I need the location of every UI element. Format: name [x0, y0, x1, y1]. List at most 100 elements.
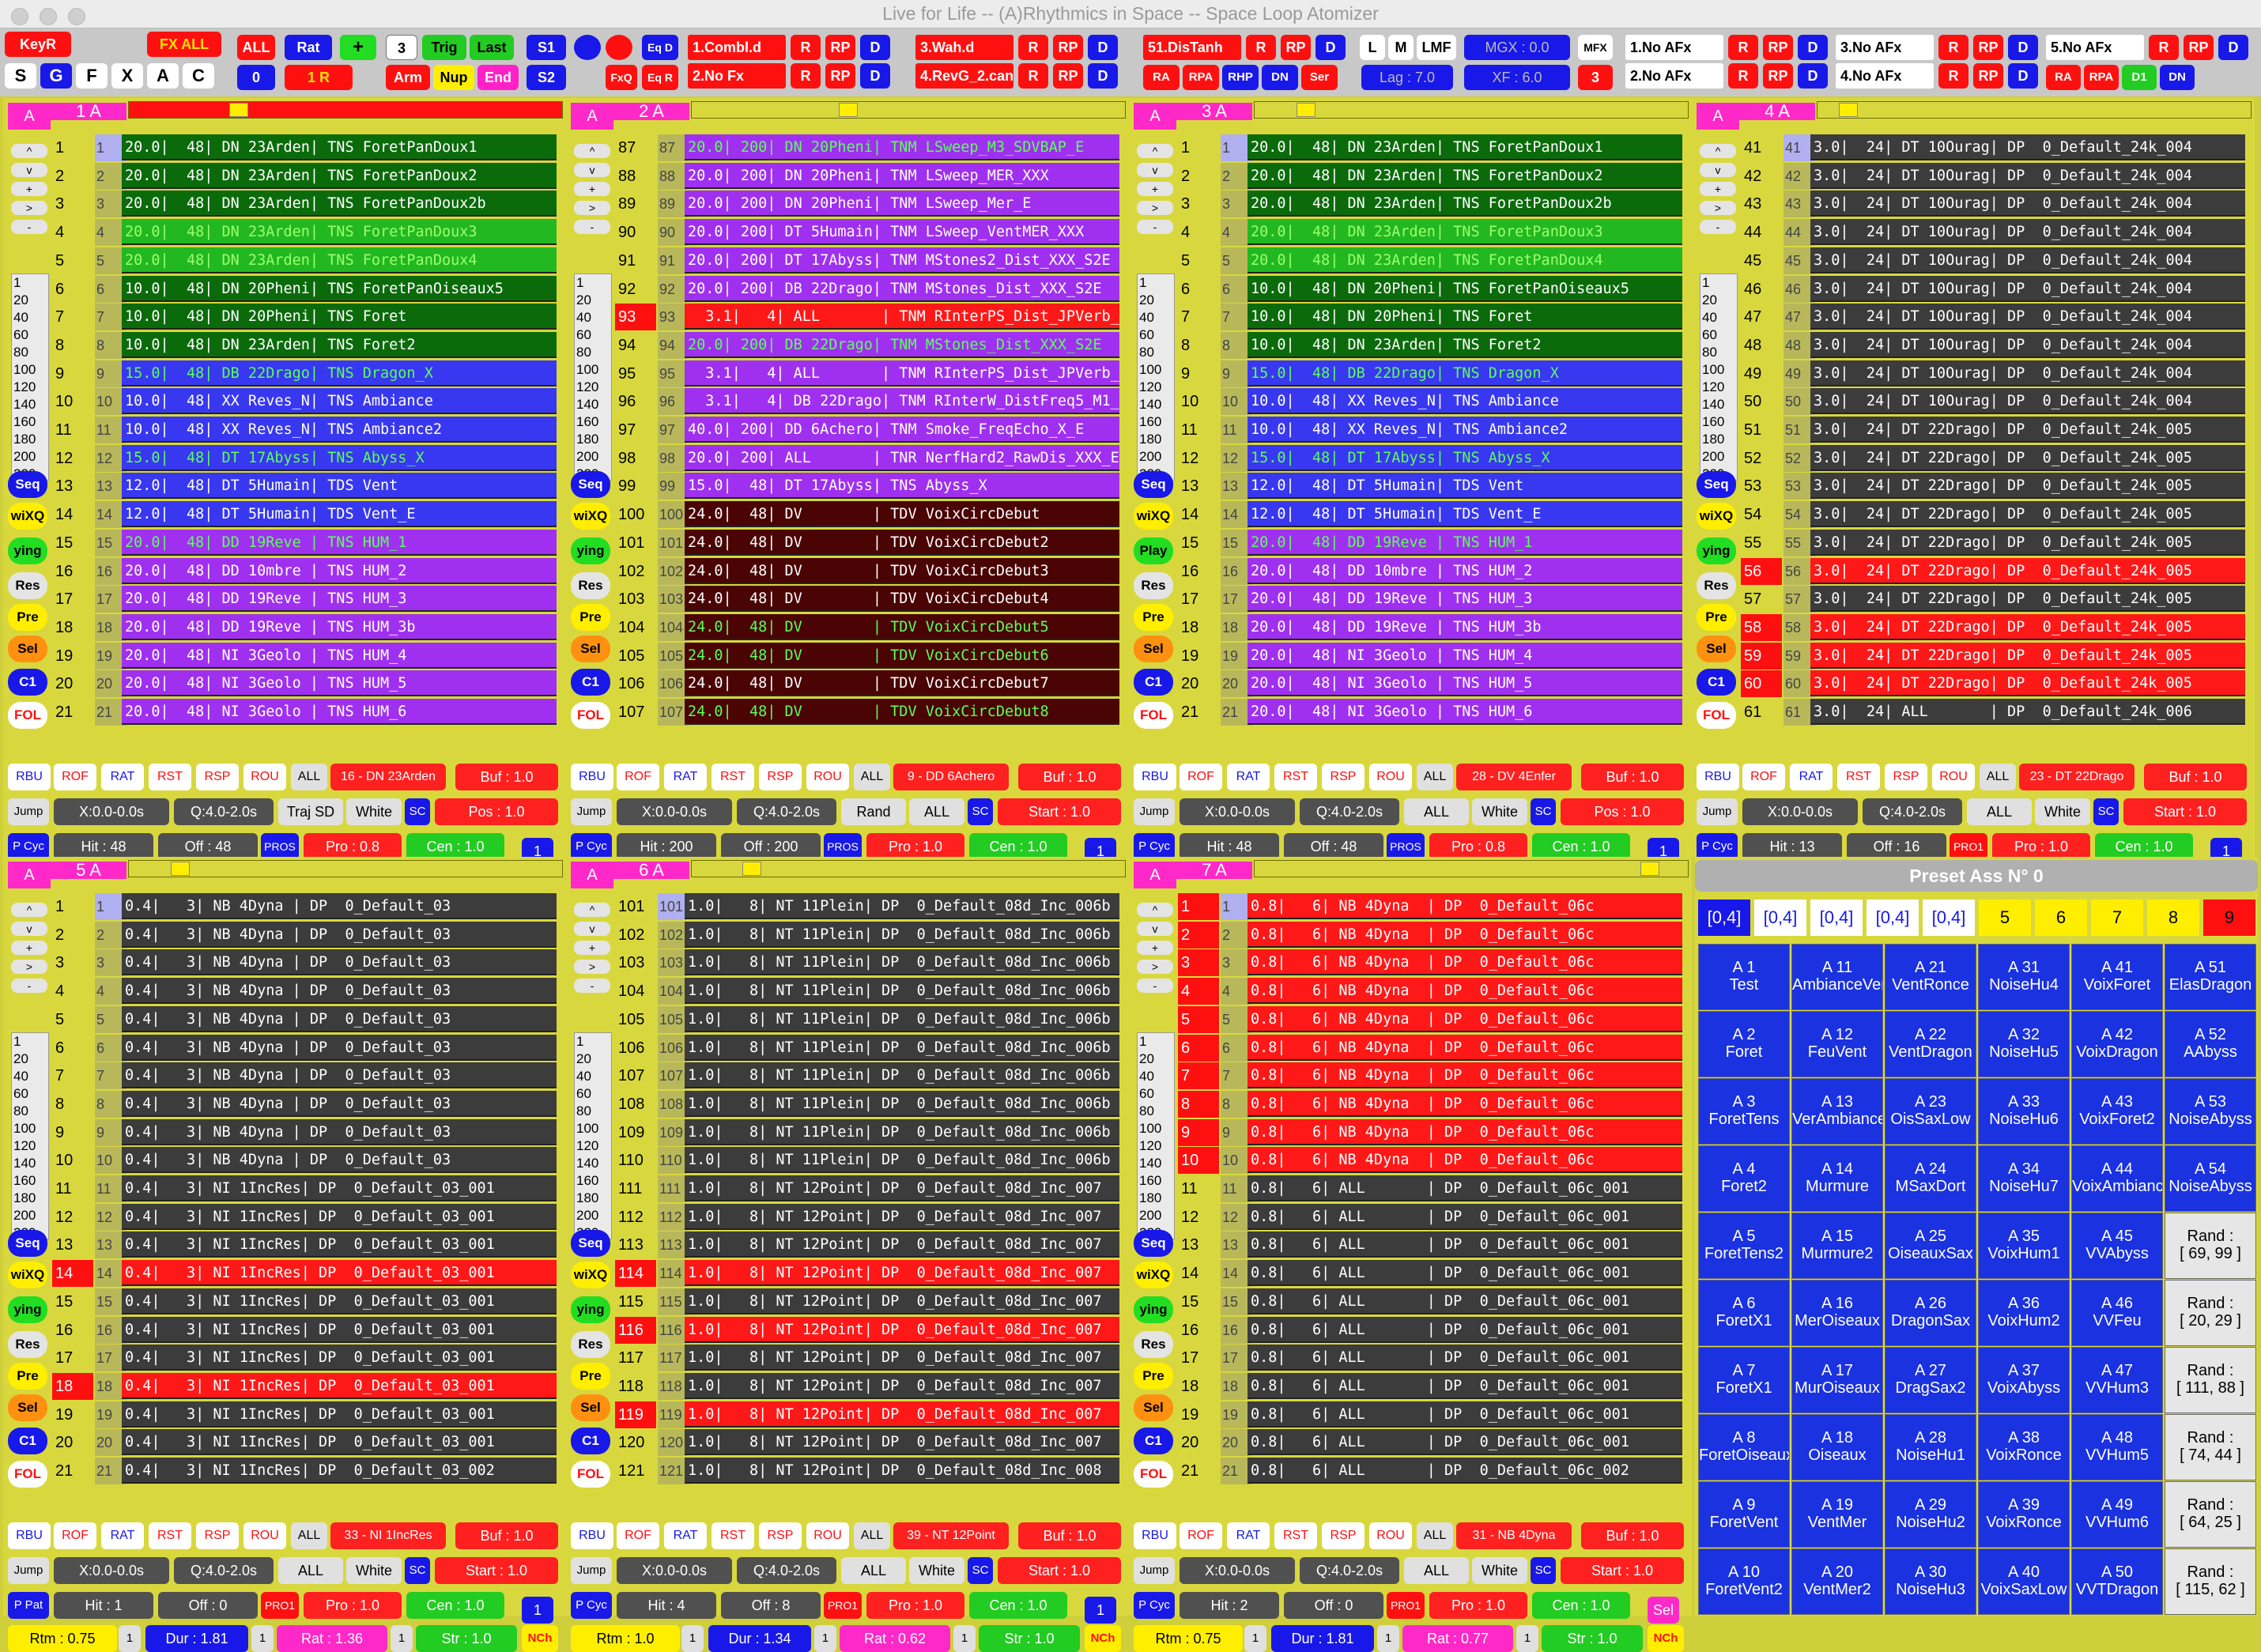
traj-selector[interactable]: Rand — [841, 798, 906, 825]
fx-d-button[interactable]: D — [860, 63, 890, 89]
table-row[interactable]: 1.0| 8| NT 12Point| DP 0_Default_08d_Inc… — [685, 1458, 1119, 1484]
row-number[interactable]: 12 — [1178, 444, 1219, 472]
table-row[interactable]: 24.0| 48| DV | TDV VoixCircDebut8 — [685, 699, 1119, 725]
panel-rbu-button[interactable]: RBU — [571, 1522, 613, 1549]
mfx-button[interactable]: MFX — [1578, 35, 1613, 60]
afx-slot[interactable]: 4.No AFx — [1836, 63, 1934, 89]
table-row[interactable]: 0.8| 6| ALL | DP 0_Default_06c_001 — [1248, 1316, 1682, 1343]
r-knob-icon[interactable] — [606, 35, 632, 60]
row-number[interactable]: 6 — [52, 275, 93, 303]
row-number[interactable]: 15 — [52, 1288, 93, 1315]
q-range-slider[interactable]: Q:4.0-2.0s — [174, 1557, 274, 1584]
row-number[interactable]: 5 — [52, 1005, 93, 1033]
preset-tab[interactable]: 5 — [1979, 900, 2031, 936]
fx-d-button[interactable]: D — [1315, 35, 1346, 60]
table-row[interactable]: 20.0| 48| DD 10mbre | TNS HUM_2 — [122, 557, 557, 584]
preset-cell[interactable]: A 6 ForetX1 — [1698, 1280, 1790, 1346]
table-row[interactable]: 1.0| 8| NT 12Point| DP 0_Default_08d_Inc… — [685, 1175, 1119, 1201]
sample-selector[interactable]: 9 - DD 6Achero — [893, 764, 1009, 790]
table-row[interactable]: 40.0| 200| DD 6Achero| TNM Smoke_FreqEch… — [685, 417, 1119, 443]
jump-button[interactable]: Jump — [571, 798, 612, 825]
table-row[interactable]: 20.0| 48| NI 3Geolo | TNS HUM_4 — [1248, 642, 1682, 669]
row-number[interactable]: 98 — [615, 444, 656, 472]
row-number[interactable]: 104 — [615, 978, 656, 1005]
table-row[interactable]: 1.0| 8| NT 11Plein| DP 0_Default_08d_Inc… — [685, 921, 1119, 948]
panel-a-button[interactable]: A — [1697, 103, 1739, 130]
panel-rst-button[interactable]: RST — [1837, 764, 1880, 790]
panel-up-button[interactable]: ^ — [1700, 144, 1736, 158]
preset-cell[interactable]: A 38 VoixRonce — [1978, 1414, 2070, 1480]
row-number[interactable]: 6 — [1178, 1034, 1219, 1062]
row-number[interactable]: 9 — [52, 360, 93, 387]
off-slider[interactable]: Off : 48 — [1284, 833, 1383, 860]
table-row[interactable]: 3.0| 24| DT 22Drago| DP 0_Default_24k_00… — [1810, 417, 2245, 443]
panel-rof-button[interactable]: ROF — [1180, 764, 1222, 790]
preset-cell[interactable]: A 27 DragSax2 — [1885, 1347, 1976, 1413]
table-row[interactable]: 1.0| 8| NT 12Point| DP 0_Default_08d_Inc… — [685, 1288, 1119, 1314]
pros-button[interactable]: PRO1 — [824, 1592, 862, 1619]
row-number[interactable]: 2 — [52, 921, 93, 949]
sample-selector[interactable]: 28 - DV 4Enfer — [1456, 764, 1572, 790]
pros-button[interactable]: PRO1 — [261, 1592, 299, 1619]
panel-rbu-button[interactable]: RBU — [1134, 764, 1176, 790]
table-row[interactable]: 0.4| 3| NI 1IncRes| DP 0_Default_03_001 — [122, 1345, 557, 1371]
table-row[interactable]: 20.0| 48| DD 19Reve | TNS HUM_3b — [122, 613, 557, 640]
row-number[interactable]: 61 — [1741, 699, 1782, 726]
row-number[interactable]: 9 — [1178, 1118, 1219, 1146]
preset-cell[interactable]: A 39 VoixRonce — [1978, 1481, 2070, 1548]
row-number[interactable]: 19 — [52, 1401, 93, 1428]
panel-minus-button[interactable]: - — [574, 979, 610, 993]
panel-scale[interactable]: 120406080100120140160180200220 — [1137, 273, 1175, 481]
row-number[interactable]: 10 — [52, 1147, 93, 1175]
preset-cell[interactable]: A 7 ForetX1 — [1698, 1347, 1790, 1413]
panel-rsp-button[interactable]: RSP — [1322, 764, 1365, 790]
preset-cell[interactable]: Rand : [ 20, 29 ] — [2165, 1280, 2256, 1346]
afx-rp-button[interactable]: RP — [2184, 35, 2214, 60]
table-row[interactable]: 20.0| 48| DN 23Arden| TNS ForetPanDoux2 — [122, 162, 557, 189]
panel-position-slider[interactable] — [128, 101, 563, 119]
panel-position-slider[interactable] — [1254, 101, 1689, 119]
row-number[interactable]: 19 — [1178, 642, 1219, 669]
panel-down-button[interactable]: v — [1137, 163, 1173, 177]
panel-a-button[interactable]: A — [8, 103, 51, 130]
sel-button[interactable]: Sel — [571, 636, 610, 662]
table-row[interactable]: 15.0| 48| DB 22Drago| TNS Dragon_X — [122, 360, 557, 387]
channel-button[interactable]: NCh — [522, 1625, 558, 1652]
fx-all-button[interactable]: FX ALL — [147, 32, 221, 57]
preset-cell[interactable]: A 9 ForetVent — [1698, 1481, 1790, 1548]
cen-slider[interactable]: Cen : 1.0 — [969, 1592, 1067, 1619]
table-row[interactable]: 1.0| 8| NT 12Point| DP 0_Default_08d_Inc… — [685, 1231, 1119, 1258]
afx-rp-button[interactable]: RP — [1763, 35, 1793, 60]
panel-all-button[interactable]: ALL — [1417, 764, 1453, 790]
cycle-button[interactable]: P Cyc — [1697, 833, 1738, 860]
table-row[interactable]: 0.4| 3| NB 4Dyna | DP 0_Default_03 — [122, 1005, 557, 1032]
channel-button[interactable]: NCh — [1648, 1625, 1684, 1652]
table-row[interactable]: 0.8| 6| ALL | DP 0_Default_06c_001 — [1248, 1429, 1682, 1456]
panel-scale[interactable]: 120406080100120140160180200220 — [1700, 273, 1738, 481]
afx-slot[interactable]: 2.No AFx — [1625, 63, 1723, 89]
hit-slider[interactable]: Hit : 200 — [617, 833, 716, 860]
fol-button[interactable]: FOL — [1134, 1461, 1173, 1488]
row-number[interactable]: 104 — [615, 613, 656, 641]
row-number[interactable]: 20 — [52, 1429, 93, 1457]
table-row[interactable]: 0.4| 3| NI 1IncRes| DP 0_Default_03_001 — [122, 1316, 557, 1343]
panel-a-button[interactable]: A — [571, 862, 613, 888]
preset-tab[interactable]: 6 — [2035, 900, 2087, 936]
off-slider[interactable]: Off : 8 — [721, 1592, 821, 1619]
sc-button[interactable]: SC — [405, 1557, 430, 1584]
wixq-button[interactable]: wiXQ — [1697, 503, 1736, 530]
buf-slider[interactable]: Buf : 1.0 — [1018, 764, 1121, 790]
panel-rsp-button[interactable]: RSP — [1885, 764, 1927, 790]
table-row[interactable]: 10.0| 48| DN 20Pheni| TNS ForetPanOiseau… — [1248, 275, 1682, 302]
fx-d-button[interactable]: D — [1088, 35, 1118, 60]
table-row[interactable]: 20.0| 48| DN 23Arden| TNS ForetPanDoux4 — [1248, 247, 1682, 273]
table-row[interactable]: 20.0| 48| DD 19Reve | TNS HUM_3b — [1248, 613, 1682, 640]
sel-button[interactable]: Sel — [1134, 1394, 1173, 1421]
rtm-step[interactable]: 1 — [681, 1625, 704, 1652]
panel-all-button[interactable]: ALL — [291, 764, 327, 790]
table-row[interactable]: 15.0| 48| DT 17Abyss| TNS Abyss_X — [122, 444, 557, 471]
sample-selector[interactable]: 23 - DT 22Drago — [2019, 764, 2135, 790]
row-number[interactable]: 107 — [615, 1062, 656, 1090]
dur-slider[interactable]: Dur : 1.81 — [1271, 1625, 1374, 1652]
preset-cell[interactable]: A 18 Oiseaux — [1791, 1414, 1883, 1480]
